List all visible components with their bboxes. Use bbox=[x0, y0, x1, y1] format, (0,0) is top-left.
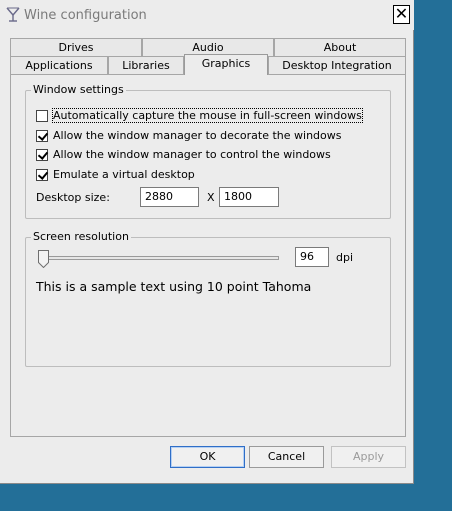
font-sample-text: This is a sample text using 10 point Tah… bbox=[36, 279, 312, 294]
dpi-input[interactable]: 96 bbox=[295, 247, 329, 267]
screen-resolution-title: Screen resolution bbox=[31, 230, 131, 243]
decorate-windows-label: Allow the window manager to decorate the… bbox=[53, 129, 342, 142]
apply-button[interactable]: Apply bbox=[331, 446, 406, 468]
tab-about[interactable]: About bbox=[274, 38, 406, 56]
window-title: Wine configuration bbox=[24, 8, 147, 23]
tab-applications[interactable]: Applications bbox=[10, 56, 108, 74]
capture-mouse-label: Automatically capture the mouse in full-… bbox=[52, 108, 363, 123]
wine-config-window: Wine configuration ✕ Drives Audio About … bbox=[0, 0, 414, 484]
title-bar[interactable]: Wine configuration ✕ bbox=[0, 0, 414, 30]
wine-glass-icon bbox=[6, 7, 20, 22]
close-icon: ✕ bbox=[394, 4, 409, 23]
tab-graphics[interactable]: Graphics bbox=[184, 54, 268, 75]
size-separator: X bbox=[207, 191, 215, 204]
dpi-slider-thumb[interactable] bbox=[38, 250, 49, 268]
window-settings-title: Window settings bbox=[31, 83, 126, 96]
desktop-height-input[interactable]: 1800 bbox=[219, 187, 279, 207]
decorate-windows-checkbox[interactable] bbox=[36, 130, 48, 142]
virtual-desktop-label: Emulate a virtual desktop bbox=[53, 168, 195, 181]
capture-mouse-checkbox[interactable] bbox=[36, 110, 48, 122]
close-button[interactable]: ✕ bbox=[393, 5, 410, 24]
virtual-desktop-checkbox[interactable] bbox=[36, 169, 48, 181]
tab-desktop-integration[interactable]: Desktop Integration bbox=[268, 56, 406, 74]
desktop-width-input[interactable]: 2880 bbox=[140, 187, 199, 207]
tab-libraries[interactable]: Libraries bbox=[108, 56, 184, 74]
control-windows-checkbox[interactable] bbox=[36, 149, 48, 161]
cancel-button[interactable]: Cancel bbox=[249, 446, 324, 468]
dpi-unit-label: dpi bbox=[336, 251, 354, 264]
desktop-size-label: Desktop size: bbox=[36, 191, 110, 204]
ok-button[interactable]: OK bbox=[170, 446, 245, 468]
control-windows-label: Allow the window manager to control the … bbox=[53, 148, 331, 161]
dpi-slider-track[interactable] bbox=[41, 256, 279, 260]
tab-drives[interactable]: Drives bbox=[10, 38, 142, 56]
